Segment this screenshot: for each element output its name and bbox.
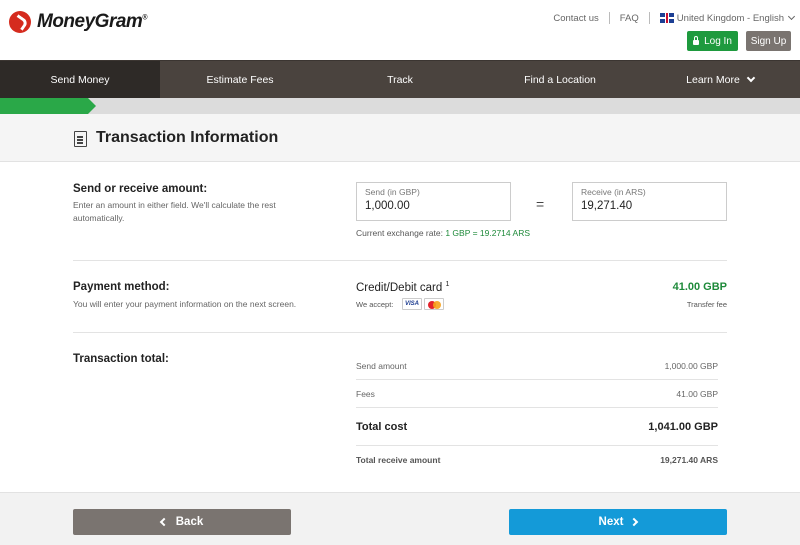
progress-bar [0,98,800,114]
login-label: Log In [704,35,732,47]
uk-flag-icon [659,13,674,23]
lock-icon [693,36,700,45]
signup-label: Sign Up [750,35,787,47]
section-divider [73,332,727,333]
send-amount-input[interactable]: Send (in GBP) 1,000.00 [356,182,511,221]
back-button[interactable]: Back [73,509,291,535]
moneygram-logo-icon [9,11,31,33]
divider [648,12,650,24]
receive-field-value: 19,271.40 [581,200,633,212]
summary-row-send-amount: Send amount 1,000.00 GBP [356,353,718,380]
next-button[interactable]: Next [509,509,727,535]
total-heading: Transaction total: [73,353,169,365]
summary-row-receive-amount: Total receive amount 19,271.40 ARS [356,446,718,474]
send-field-label: Send (in GBP) [365,187,420,197]
receive-amount-input[interactable]: Receive (in ARS) 19,271.40 [572,182,727,221]
receive-field-label: Receive (in ARS) [581,187,646,197]
accepted-cards-label: We accept: [356,300,394,309]
payment-heading: Payment method: [73,281,170,293]
site-header: MoneyGram® Contact us FAQ United Kingdom… [0,0,800,60]
signup-button[interactable]: Sign Up [746,31,791,51]
summary-value: 41.00 GBP [676,388,718,399]
summary-key: Total receive amount [356,455,441,465]
divider [608,12,610,24]
summary-key: Total cost [356,420,408,433]
title-band: Transaction Information [0,114,800,162]
locale-selector[interactable]: United Kingdom - English [677,13,784,24]
summary-row-total-cost: Total cost 1,041.00 GBP [356,408,718,446]
exchange-rate-label: Current exchange rate: [356,228,443,238]
chevron-down-icon[interactable] [787,12,796,21]
summary-value: 1,041.00 GBP [648,420,718,433]
document-icon [74,131,87,147]
send-field-value: 1,000.00 [365,200,410,212]
progress-arrow [88,98,96,114]
section-divider [73,260,727,261]
amount-heading: Send or receive amount: [73,183,208,195]
chevron-left-icon [159,517,168,527]
summary-value: 1,000.00 GBP [664,361,718,371]
transfer-fee-label: Transfer fee [686,300,727,309]
login-button[interactable]: Log In [687,31,738,51]
main-nav: Send Money Estimate Fees Track Find a Lo… [0,60,800,98]
summary-value: 19,271.40 ARS [660,455,718,465]
summary-key: Fees [356,388,375,399]
contact-us-link[interactable]: Contact us [553,13,598,24]
nav-item-learn-more[interactable]: Learn More [640,61,800,98]
utility-links: Contact us FAQ United Kingdom - English [553,12,796,24]
equals-sign: = [536,196,545,212]
faq-link[interactable]: FAQ [620,13,639,24]
back-label: Back [175,516,204,528]
transfer-fee-amount: 41.00 GBP [672,281,727,293]
progress-fill [0,98,88,114]
payment-description: You will enter your payment information … [73,299,297,309]
moneygram-logo[interactable]: MoneyGram® [9,11,147,33]
chevron-down-icon [746,73,756,82]
summary-key: Send amount [356,361,407,371]
exchange-rate: Current exchange rate: 1 GBP = 19.2714 A… [356,228,530,238]
visa-card-icon: VISA [402,298,422,310]
chevron-right-icon [630,517,639,527]
amount-description: Enter an amount in either field. We'll c… [73,200,276,223]
brand-name: MoneyGram® [37,11,147,32]
mastercard-icon [424,298,444,310]
nav-item-track[interactable]: Track [320,61,480,98]
nav-item-send-money[interactable]: Send Money [0,61,160,98]
payment-method: Credit/Debit card 1 [356,281,450,294]
summary-row-fees: Fees 41.00 GBP [356,380,718,408]
nav-item-estimate-fees[interactable]: Estimate Fees [160,61,320,98]
exchange-rate-value: 1 GBP = 19.2714 ARS [445,228,530,238]
next-label: Next [598,516,624,528]
nav-item-find-location[interactable]: Find a Location [480,61,640,98]
page-title: Transaction Information [96,129,279,146]
